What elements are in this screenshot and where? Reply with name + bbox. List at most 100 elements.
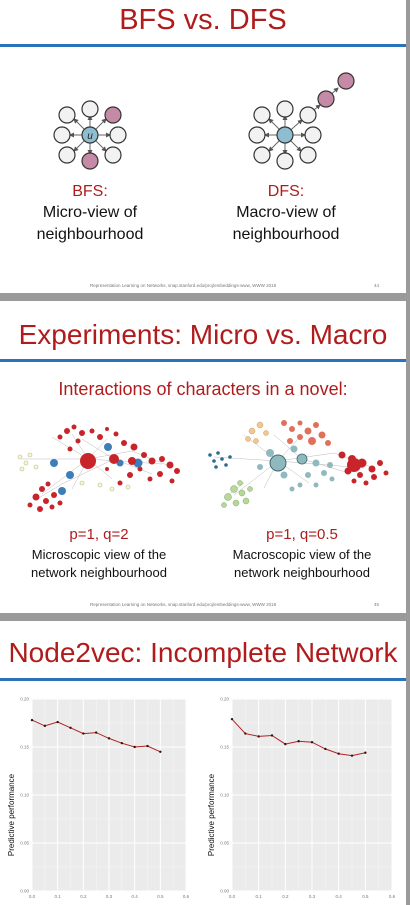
bfs-desc-line1: Micro-view of bbox=[42, 204, 138, 221]
x-tick-label: 0.1 bbox=[55, 894, 62, 899]
data-point bbox=[364, 751, 367, 754]
x-tick-label: 0.6 bbox=[389, 894, 396, 899]
y-tick-label: 0.15 bbox=[220, 745, 229, 750]
bfs-label: BFS: bbox=[72, 183, 108, 200]
dfs-node bbox=[299, 106, 317, 124]
data-point bbox=[159, 750, 162, 753]
dfs-path-node bbox=[317, 90, 335, 108]
dfs-node bbox=[304, 126, 322, 144]
title-rule bbox=[0, 359, 406, 362]
dfs-center-node bbox=[276, 126, 294, 144]
micro-params: p=1, q=2 bbox=[69, 526, 129, 543]
dfs-node bbox=[276, 152, 294, 170]
data-point bbox=[30, 718, 34, 722]
title-rule bbox=[0, 678, 406, 681]
micro-desc-line1: Microscopic view of the bbox=[31, 547, 167, 562]
data-point bbox=[230, 717, 234, 721]
line-chart-left: 0.00 0.05 0.10 0.15 0.20 0.0 0.1 0.2 0.3 0.4 0.5 0.… bbox=[7, 697, 190, 900]
data-point bbox=[56, 720, 59, 724]
micro-desc-line2: network neighbourhood bbox=[31, 565, 167, 580]
page-number: 45 bbox=[374, 602, 380, 607]
data-point bbox=[107, 737, 111, 740]
network-micro bbox=[17, 424, 180, 512]
x-tick-label: 0.2 bbox=[80, 894, 87, 899]
data-point bbox=[324, 747, 327, 751]
x-tick-label: 0.3 bbox=[309, 894, 316, 899]
data-point bbox=[337, 752, 340, 755]
data-point bbox=[244, 732, 247, 735]
bfs-node bbox=[104, 146, 122, 164]
line-chart-right: 0.00 0.05 0.10 0.15 0.20 0.0 0.1 0.2 0.3 0.4 0.5 0.… bbox=[207, 697, 396, 900]
x-tick-label: 0.2 bbox=[282, 894, 289, 899]
macro-params: p=1, q=0.5 bbox=[266, 526, 338, 543]
dfs-node bbox=[253, 106, 271, 124]
dfs-node bbox=[299, 146, 317, 164]
bfs-node bbox=[81, 100, 99, 118]
page-number: 44 bbox=[374, 283, 380, 288]
dfs-desc-line1: Macro-view of bbox=[236, 204, 336, 221]
bfs-node bbox=[58, 106, 76, 124]
y-tick-label: 0.00 bbox=[220, 889, 229, 894]
dfs-node bbox=[276, 100, 294, 118]
y-tick-label: 0.05 bbox=[220, 841, 229, 846]
dfs-label: DFS: bbox=[267, 183, 305, 200]
x-tick-label: 0.5 bbox=[157, 894, 164, 899]
x-tick-label: 0.4 bbox=[336, 894, 343, 899]
slide-title: BFS vs. DFS bbox=[119, 4, 287, 36]
y-tick-label: 0.05 bbox=[20, 841, 29, 846]
experiments-subtitle: Interactions of characters in a novel: bbox=[58, 379, 348, 399]
slide-bfs-dfs: BFS vs. DFS u BFS: Micro-view of neighbo… bbox=[0, 0, 406, 293]
data-point bbox=[94, 731, 98, 734]
y-tick-label: 0.15 bbox=[20, 745, 29, 750]
data-point bbox=[82, 732, 85, 735]
title-rule bbox=[0, 44, 406, 47]
y-axis-label: Predictive performance bbox=[7, 773, 16, 856]
bfs-node bbox=[109, 126, 127, 144]
x-tick-label: 0.4 bbox=[132, 894, 139, 899]
data-point bbox=[270, 734, 274, 737]
y-tick-label: 0.10 bbox=[220, 793, 229, 798]
x-tick-label: 0.0 bbox=[29, 894, 36, 899]
slide-node2vec: Node2vec: Incomplete Network 0.00 0.05 0.1… bbox=[0, 621, 406, 905]
bfs-node bbox=[81, 152, 99, 170]
data-point bbox=[310, 741, 314, 744]
y-tick-label: 0.20 bbox=[220, 697, 229, 702]
macro-desc-line1: Macroscopic view of the bbox=[232, 547, 372, 562]
network-macro bbox=[208, 420, 389, 508]
macro-desc-line2: network neighbourhood bbox=[234, 565, 370, 580]
bfs-node bbox=[53, 126, 71, 144]
data-point bbox=[120, 741, 124, 745]
bfs-desc-line2: neighbourhood bbox=[36, 226, 144, 243]
x-tick-label: 0.5 bbox=[362, 894, 369, 899]
y-tick-label: 0.10 bbox=[20, 793, 29, 798]
dfs-diagram bbox=[248, 72, 355, 170]
bfs-diagram: u bbox=[53, 100, 127, 170]
data-point bbox=[257, 735, 260, 738]
x-tick-label: 0.3 bbox=[106, 894, 113, 899]
data-point bbox=[43, 724, 47, 728]
data-point bbox=[350, 754, 354, 757]
dfs-desc-line2: neighbourhood bbox=[232, 226, 340, 243]
x-tick-label: 0.0 bbox=[229, 894, 236, 899]
slide-footer: Representation Learning on Networks, sna… bbox=[90, 283, 277, 288]
dfs-path-node bbox=[337, 72, 355, 90]
x-tick-label: 0.6 bbox=[183, 894, 190, 899]
data-point bbox=[133, 745, 136, 749]
data-point bbox=[284, 742, 287, 746]
center-node-label: u bbox=[87, 131, 93, 142]
x-tick-label: 0.1 bbox=[256, 894, 263, 899]
data-point bbox=[69, 726, 72, 729]
data-point bbox=[297, 740, 300, 743]
dfs-node bbox=[248, 126, 266, 144]
y-tick-label: 0.00 bbox=[20, 889, 29, 894]
bfs-node bbox=[58, 146, 76, 164]
y-axis-label: Predictive performance bbox=[207, 773, 216, 856]
slide-title: Node2vec: Incomplete Network bbox=[8, 637, 398, 668]
slide-title: Experiments: Micro vs. Macro bbox=[18, 319, 388, 350]
data-point bbox=[146, 744, 149, 748]
slide-experiments: Experiments: Micro vs. Macro Interaction… bbox=[0, 301, 406, 613]
dfs-node bbox=[253, 146, 271, 164]
y-tick-label: 0.20 bbox=[20, 697, 29, 702]
bfs-node bbox=[104, 106, 122, 124]
slide-footer: Representation Learning on Networks, sna… bbox=[90, 602, 277, 607]
